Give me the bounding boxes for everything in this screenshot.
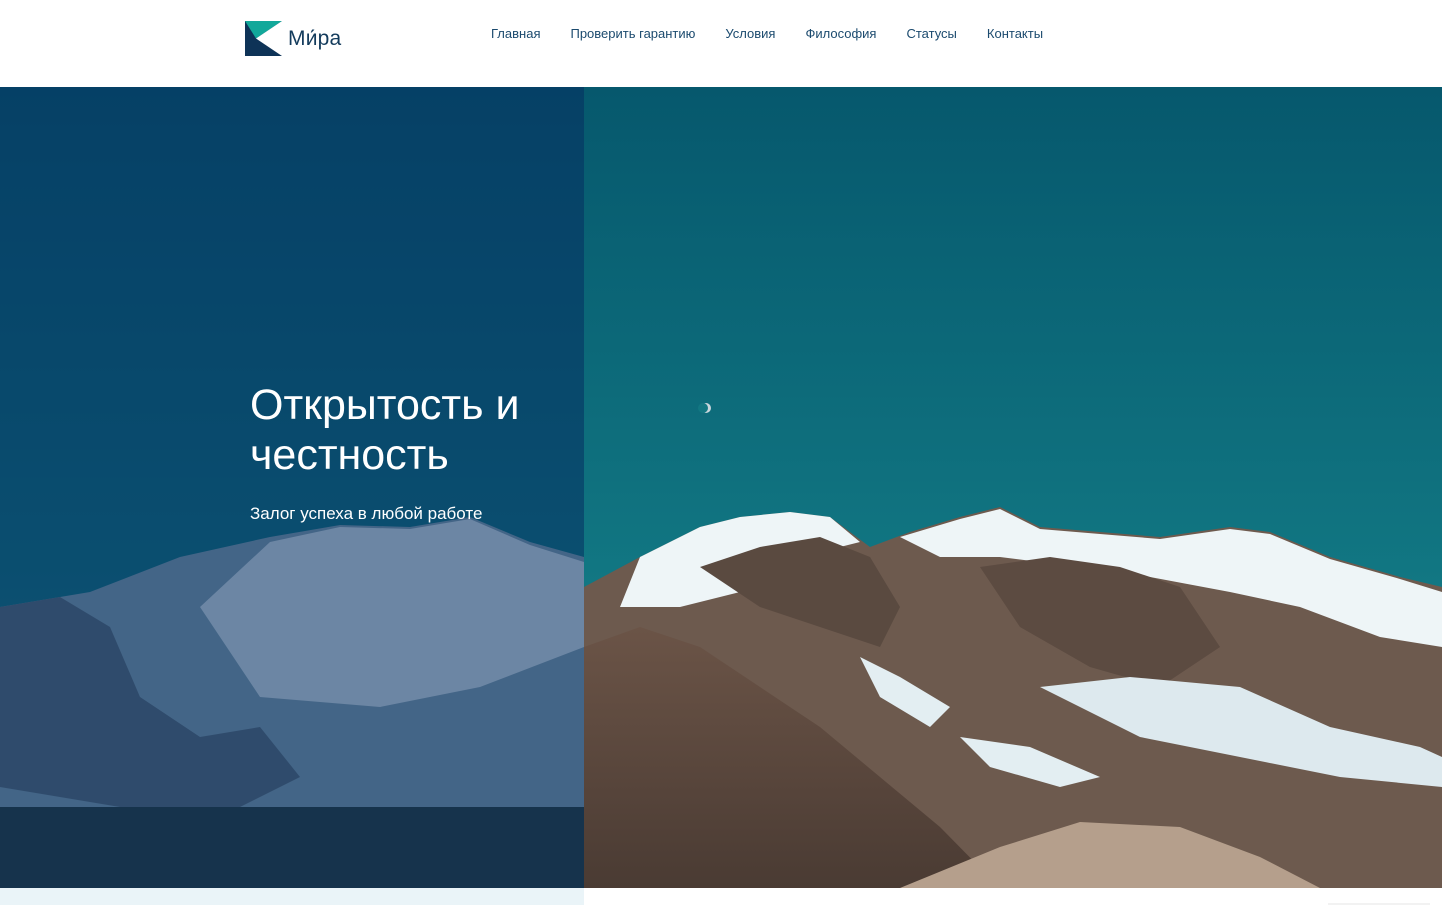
nav-link-terms[interactable]: Условия [725, 26, 775, 41]
nav-link-check-warranty[interactable]: Проверить гарантию [570, 26, 695, 41]
hero-overlay [0, 87, 584, 888]
hero-section: Открытость и честность Залог успеха в лю… [0, 87, 1442, 888]
logo-text: Ми́ра [288, 26, 342, 50]
nav-link-home[interactable]: Главная [491, 26, 540, 41]
hero-subtitle: Залог успеха в любой работе [250, 504, 483, 523]
next-section-left [0, 888, 584, 905]
site-header: Ми́ра Главная Проверить гарантию Условия… [0, 0, 1442, 87]
brand-k-mark-icon [245, 21, 282, 56]
main-nav: Главная Проверить гарантию Условия Филос… [491, 26, 1043, 41]
nav-link-statuses[interactable]: Статусы [906, 26, 956, 41]
logo-link[interactable]: Ми́ра [245, 21, 341, 56]
nav-link-contacts[interactable]: Контакты [987, 26, 1043, 41]
hero-title: Открытость и честность [250, 381, 520, 479]
next-section-right [584, 888, 1442, 905]
nav-link-philosophy[interactable]: Философия [805, 26, 876, 41]
